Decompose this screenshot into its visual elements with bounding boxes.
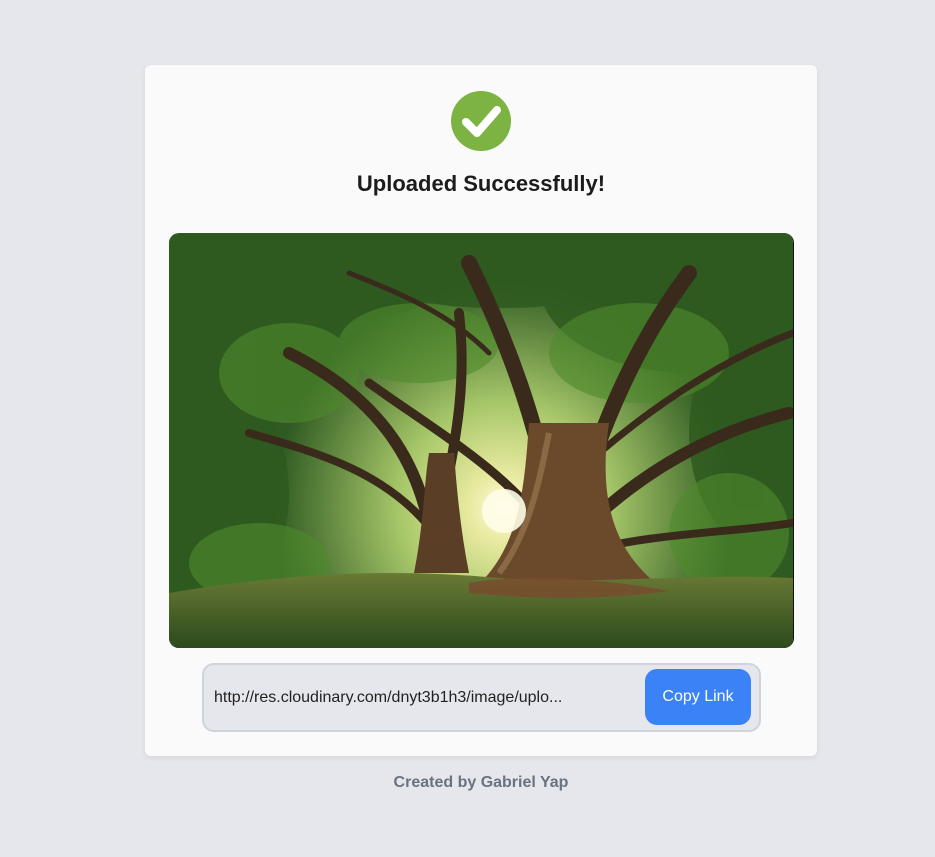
- image-url-field[interactable]: http://res.cloudinary.com/dnyt3b1h3/imag…: [214, 689, 634, 707]
- check-circle-icon: [451, 91, 511, 151]
- link-bar: http://res.cloudinary.com/dnyt3b1h3/imag…: [202, 663, 761, 732]
- uploaded-image: [169, 233, 794, 648]
- upload-success-title: Uploaded Successfully!: [356, 171, 606, 196]
- copy-link-button[interactable]: Copy Link: [645, 669, 751, 725]
- upload-card: Uploaded Successfully! http://res.cloudi…: [145, 65, 817, 756]
- footer-credit: Created by Gabriel Yap: [393, 774, 569, 791]
